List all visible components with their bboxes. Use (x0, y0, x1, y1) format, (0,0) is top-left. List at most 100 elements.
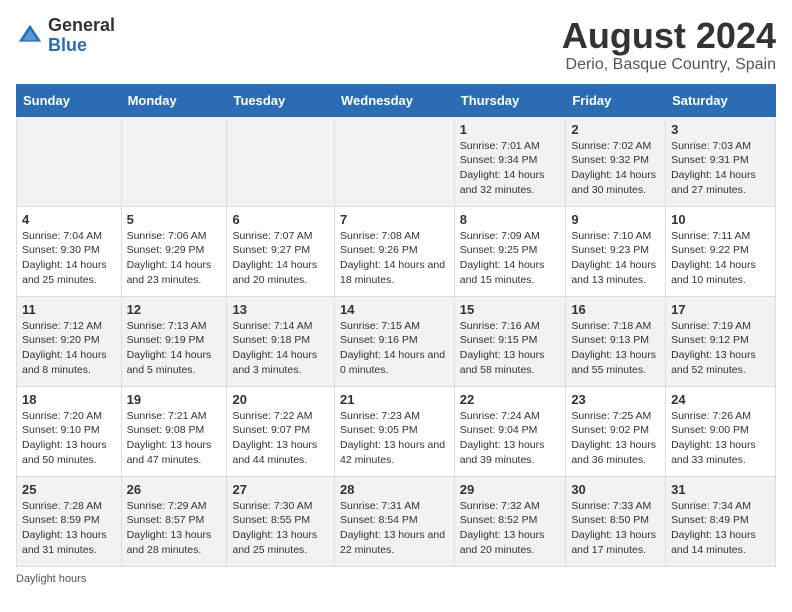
day-info: Sunrise: 7:12 AMSunset: 9:20 PMDaylight:… (22, 319, 116, 378)
calendar-cell: 11Sunrise: 7:12 AMSunset: 9:20 PMDayligh… (17, 296, 122, 386)
header-cell-monday: Monday (121, 84, 227, 116)
logo-text-blue: Blue (48, 36, 115, 56)
day-number: 23 (571, 392, 660, 407)
title-area: August 2024 Derio, Basque Country, Spain (562, 16, 776, 74)
calendar-cell: 9Sunrise: 7:10 AMSunset: 9:23 PMDaylight… (566, 206, 666, 296)
day-number: 22 (460, 392, 561, 407)
day-info: Sunrise: 7:18 AMSunset: 9:13 PMDaylight:… (571, 319, 660, 378)
day-number: 31 (671, 482, 770, 497)
calendar-cell: 19Sunrise: 7:21 AMSunset: 9:08 PMDayligh… (121, 386, 227, 476)
day-number: 18 (22, 392, 116, 407)
day-info: Sunrise: 7:34 AMSunset: 8:49 PMDaylight:… (671, 499, 770, 558)
calendar-cell: 22 Sunrise: 7:24 AMSunset: 9:04 PMDayligh… (454, 386, 566, 476)
day-number: 10 (671, 212, 770, 227)
day-info: Sunrise: 7:07 AMSunset: 9:27 PMDaylight:… (232, 229, 329, 288)
main-title: August 2024 (562, 16, 776, 56)
calendar-cell: 2 Sunrise: 7:02 AMSunset: 9:32 PMDaylight… (566, 116, 666, 206)
day-number: 6 (232, 212, 329, 227)
day-number: 25 (22, 482, 116, 497)
day-info: Sunrise: 7:28 AMSunset: 8:59 PMDaylight:… (22, 499, 116, 558)
calendar-cell: 21 Sunrise: 7:23 AMSunset: 9:05 PMDayligh… (334, 386, 454, 476)
calendar-cell: 17 Sunrise: 7:19 AMSunset: 9:12 PMDayligh… (666, 296, 776, 386)
day-number: 12 (127, 302, 222, 317)
day-info: Sunrise: 7:30 AMSunset: 8:55 PMDaylight:… (232, 499, 329, 558)
day-info: Sunrise: 7:31 AMSunset: 8:54 PMDaylight:… (340, 499, 449, 558)
day-number: 5 (127, 212, 222, 227)
header-row: SundayMondayTuesdayWednesdayThursdayFrid… (17, 84, 776, 116)
day-info: Sunrise: 7:15 AMSunset: 9:16 PMDaylight:… (340, 319, 449, 378)
day-info: Sunrise: 7:21 AMSunset: 9:08 PMDaylight:… (127, 409, 222, 468)
day-info: Sunrise: 7:11 AMSunset: 9:22 PMDaylight:… (671, 229, 770, 288)
week-row-3: 11Sunrise: 7:12 AMSunset: 9:20 PMDayligh… (17, 296, 776, 386)
header-cell-thursday: Thursday (454, 84, 566, 116)
day-info: Sunrise: 7:25 AMSunset: 9:02 PMDaylight:… (571, 409, 660, 468)
day-number: 24 (671, 392, 770, 407)
day-info: Sunrise: 7:26 AMSunset: 9:00 PMDaylight:… (671, 409, 770, 468)
day-number: 30 (571, 482, 660, 497)
calendar-table: SundayMondayTuesdayWednesdayThursdayFrid… (16, 84, 776, 567)
day-info: Sunrise: 7:32 AMSunset: 8:52 PMDaylight:… (460, 499, 561, 558)
day-info: Sunrise: 7:23 AMSunset: 9:05 PMDaylight:… (340, 409, 449, 468)
day-info: Sunrise: 7:02 AMSunset: 9:32 PMDaylight:… (571, 139, 660, 198)
calendar-cell: 1 Sunrise: 7:01 AMSunset: 9:34 PMDaylight… (454, 116, 566, 206)
day-number: 29 (460, 482, 561, 497)
day-number: 2 (571, 122, 660, 137)
day-info: Sunrise: 7:09 AMSunset: 9:25 PMDaylight:… (460, 229, 561, 288)
calendar-cell: 14Sunrise: 7:15 AMSunset: 9:16 PMDayligh… (334, 296, 454, 386)
calendar-cell: 31 Sunrise: 7:34 AMSunset: 8:49 PMDayligh… (666, 476, 776, 566)
calendar-cell: 29 Sunrise: 7:32 AMSunset: 8:52 PMDayligh… (454, 476, 566, 566)
day-number: 13 (232, 302, 329, 317)
day-info: Sunrise: 7:33 AMSunset: 8:50 PMDaylight:… (571, 499, 660, 558)
day-number: 8 (460, 212, 561, 227)
calendar-cell: 8 Sunrise: 7:09 AMSunset: 9:25 PMDaylight… (454, 206, 566, 296)
day-number: 17 (671, 302, 770, 317)
day-info: Sunrise: 7:13 AMSunset: 9:19 PMDaylight:… (127, 319, 222, 378)
week-row-5: 25 Sunrise: 7:28 AMSunset: 8:59 PMDayligh… (17, 476, 776, 566)
day-info: Sunrise: 7:04 AMSunset: 9:30 PMDaylight:… (22, 229, 116, 288)
day-info: Sunrise: 7:14 AMSunset: 9:18 PMDaylight:… (232, 319, 329, 378)
calendar-cell: 24 Sunrise: 7:26 AMSunset: 9:00 PMDayligh… (666, 386, 776, 476)
day-number: 16 (571, 302, 660, 317)
calendar-cell: 3Sunrise: 7:03 AMSunset: 9:31 PMDaylight… (666, 116, 776, 206)
calendar-cell (121, 116, 227, 206)
subtitle: Derio, Basque Country, Spain (562, 56, 776, 74)
calendar-cell: 7 Sunrise: 7:08 AMSunset: 9:26 PMDaylight… (334, 206, 454, 296)
calendar-cell: 6 Sunrise: 7:07 AMSunset: 9:27 PMDaylight… (227, 206, 335, 296)
day-info: Sunrise: 7:29 AMSunset: 8:57 PMDaylight:… (127, 499, 222, 558)
calendar-cell: 16 Sunrise: 7:18 AMSunset: 9:13 PMDayligh… (566, 296, 666, 386)
day-number: 20 (232, 392, 329, 407)
calendar-cell: 20 Sunrise: 7:22 AMSunset: 9:07 PMDayligh… (227, 386, 335, 476)
day-number: 7 (340, 212, 449, 227)
calendar-cell: 23 Sunrise: 7:25 AMSunset: 9:02 PMDayligh… (566, 386, 666, 476)
day-info: Sunrise: 7:08 AMSunset: 9:26 PMDaylight:… (340, 229, 449, 288)
day-number: 3 (671, 122, 770, 137)
day-info: Sunrise: 7:24 AMSunset: 9:04 PMDaylight:… (460, 409, 561, 468)
header-cell-tuesday: Tuesday (227, 84, 335, 116)
day-info: Sunrise: 7:22 AMSunset: 9:07 PMDaylight:… (232, 409, 329, 468)
calendar-cell (17, 116, 122, 206)
calendar-cell (334, 116, 454, 206)
day-info: Sunrise: 7:10 AMSunset: 9:23 PMDaylight:… (571, 229, 660, 288)
week-row-2: 4Sunrise: 7:04 AMSunset: 9:30 PMDaylight… (17, 206, 776, 296)
day-number: 26 (127, 482, 222, 497)
calendar-cell: 13 Sunrise: 7:14 AMSunset: 9:18 PMDayligh… (227, 296, 335, 386)
header-cell-saturday: Saturday (666, 84, 776, 116)
day-number: 1 (460, 122, 561, 137)
calendar-cell: 30 Sunrise: 7:33 AMSunset: 8:50 PMDayligh… (566, 476, 666, 566)
calendar-cell: 26 Sunrise: 7:29 AMSunset: 8:57 PMDayligh… (121, 476, 227, 566)
calendar-cell: 15Sunrise: 7:16 AMSunset: 9:15 PMDayligh… (454, 296, 566, 386)
day-info: Sunrise: 7:16 AMSunset: 9:15 PMDaylight:… (460, 319, 561, 378)
header-cell-wednesday: Wednesday (334, 84, 454, 116)
day-info: Sunrise: 7:01 AMSunset: 9:34 PMDaylight:… (460, 139, 561, 198)
header-cell-friday: Friday (566, 84, 666, 116)
header-cell-sunday: Sunday (17, 84, 122, 116)
day-info: Sunrise: 7:06 AMSunset: 9:29 PMDaylight:… (127, 229, 222, 288)
day-number: 21 (340, 392, 449, 407)
footer: Daylight hours (16, 573, 776, 585)
calendar-cell: 28Sunrise: 7:31 AMSunset: 8:54 PMDayligh… (334, 476, 454, 566)
week-row-4: 18Sunrise: 7:20 AMSunset: 9:10 PMDayligh… (17, 386, 776, 476)
calendar-cell: 12 Sunrise: 7:13 AMSunset: 9:19 PMDayligh… (121, 296, 227, 386)
calendar-cell: 10 Sunrise: 7:11 AMSunset: 9:22 PMDayligh… (666, 206, 776, 296)
day-info: Sunrise: 7:19 AMSunset: 9:12 PMDaylight:… (671, 319, 770, 378)
calendar-cell: 5 Sunrise: 7:06 AMSunset: 9:29 PMDaylight… (121, 206, 227, 296)
